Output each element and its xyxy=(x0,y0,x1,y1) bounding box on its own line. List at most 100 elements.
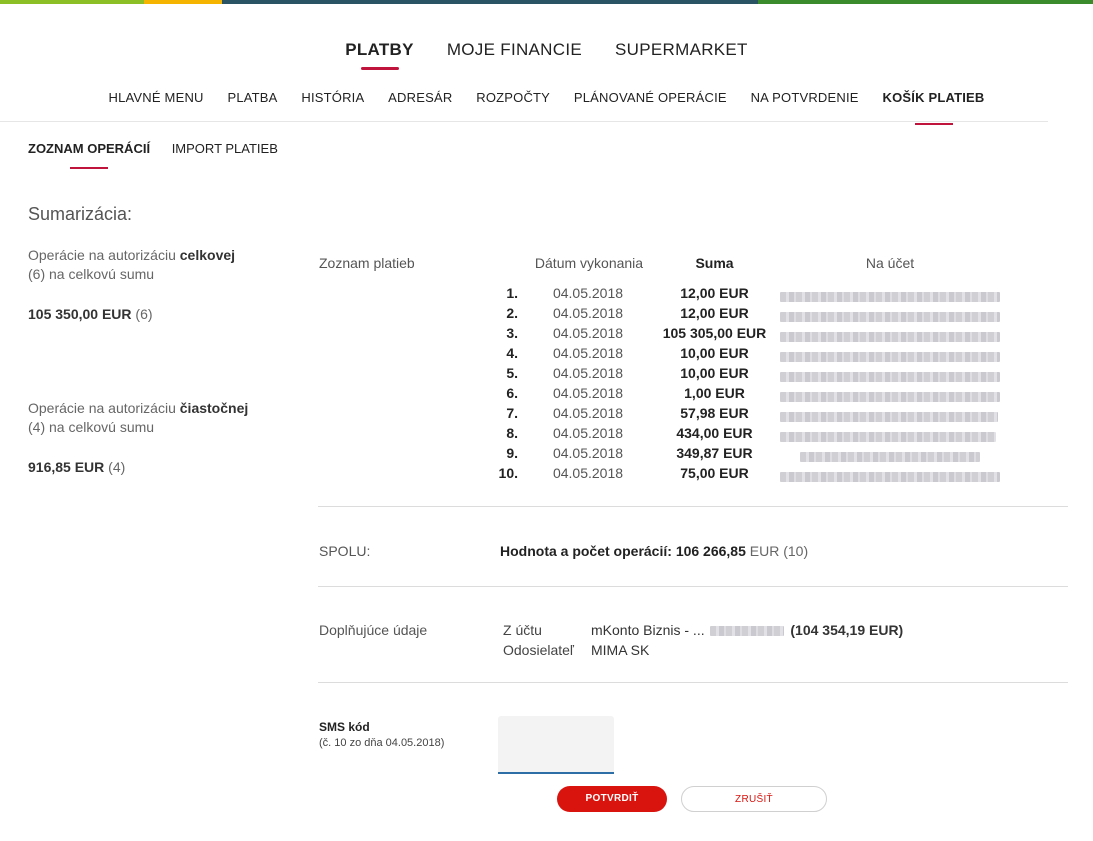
sub-nav-planovane-operacie[interactable]: PLÁNOVANÉ OPERÁCIE xyxy=(574,90,727,125)
payment-row: 7. 04.05.2018 57,98 EUR xyxy=(480,405,1020,425)
payment-sum: 349,87 EUR xyxy=(676,445,753,461)
payment-sum: 75,00 EUR xyxy=(680,465,749,481)
payment-account-redacted xyxy=(780,289,1000,302)
payment-row: 5. 04.05.2018 10,00 EUR xyxy=(480,365,1020,385)
sub-nav-rozpocty[interactable]: ROZPOČTY xyxy=(476,90,550,125)
payment-date: 04.05.2018 xyxy=(552,385,624,401)
header-account: Na účet xyxy=(865,255,915,271)
nav-divider xyxy=(0,121,1048,122)
payment-sum: 1,00 EUR xyxy=(684,385,745,401)
main-nav-supermarket[interactable]: SUPERMARKET xyxy=(615,40,748,70)
payment-date: 04.05.2018 xyxy=(552,405,624,421)
main-nav-platby[interactable]: PLATBY xyxy=(345,40,414,70)
summary-partial-prefix: Operácie na autorizáciu xyxy=(28,400,180,416)
summary-full-amount-value: 105 350,00 EUR xyxy=(28,306,132,322)
payment-date: 04.05.2018 xyxy=(552,285,624,301)
sub-nav-hlavne-menu[interactable]: HLAVNÉ MENU xyxy=(108,90,203,125)
sms-label: SMS kód xyxy=(319,720,370,734)
payment-row: 4. 04.05.2018 10,00 EUR xyxy=(480,345,1020,365)
main-nav-moje-financie[interactable]: MOJE FINANCIE xyxy=(447,40,582,70)
payment-row: 8. 04.05.2018 434,00 EUR xyxy=(480,425,1020,445)
payment-row: 10. 04.05.2018 75,00 EUR xyxy=(480,465,1020,485)
payment-account-redacted xyxy=(800,449,980,462)
payment-account-redacted xyxy=(780,469,1000,482)
payment-account-redacted xyxy=(780,309,1000,322)
summary-partial-count: (4) xyxy=(108,459,126,475)
payment-row: 2. 04.05.2018 12,00 EUR xyxy=(480,305,1020,325)
summary-partial-line2: (4) na celkovú sumu xyxy=(28,419,155,435)
payment-date: 04.05.2018 xyxy=(552,345,624,361)
payment-sum: 434,00 EUR xyxy=(676,425,753,441)
payment-account-redacted xyxy=(780,349,1000,362)
sub-nav-kosik-platieb[interactable]: KOŠÍK PLATIEB xyxy=(882,90,984,125)
summary-partial-amount: 916,85 EUR (4) xyxy=(28,459,125,475)
summary-partial-amount-value: 916,85 EUR xyxy=(28,459,105,475)
header-date: Dátum vykonania xyxy=(534,255,644,271)
sub-nav-platba[interactable]: PLATBA xyxy=(227,90,277,125)
section-divider xyxy=(318,506,1068,507)
payment-sum: 12,00 EUR xyxy=(680,305,749,321)
sms-subtitle: (č. 10 zo dňa 04.05.2018) xyxy=(319,737,445,749)
summary-full-line2: (6) na celkovú sumu xyxy=(28,266,155,282)
spolu-label: SPOLU: xyxy=(319,543,371,559)
extra-from-account: Z účtu mKonto Biznis - ... (104 354,19 EU… xyxy=(503,622,903,638)
payment-account-redacted xyxy=(780,429,996,442)
payment-account-redacted xyxy=(780,389,1000,402)
payment-sum: 12,00 EUR xyxy=(680,285,749,301)
spolu-unit: EUR xyxy=(749,543,780,559)
cancel-button[interactable]: ZRUŠIŤ xyxy=(681,786,827,812)
payment-account-redacted xyxy=(780,369,1000,382)
extra-label: Doplňujúce údaje xyxy=(319,622,428,638)
spolu-value: 106 266,85 xyxy=(675,543,746,559)
account-number-redacted xyxy=(710,626,785,637)
payment-number: 4. xyxy=(506,345,518,361)
payment-sum: 10,00 EUR xyxy=(680,365,749,381)
payments-label: Zoznam platieb xyxy=(319,255,415,271)
payment-date: 04.05.2018 xyxy=(552,325,624,341)
payment-sum: 10,00 EUR xyxy=(680,345,749,361)
payment-row: 1. 04.05.2018 12,00 EUR xyxy=(480,285,1020,305)
sub-nav-adresar[interactable]: ADRESÁR xyxy=(388,90,452,125)
payment-number: 6. xyxy=(506,385,518,401)
spolu-total: Hodnota a počet operácií: 106 266,85 EUR… xyxy=(500,543,808,559)
payment-account-redacted xyxy=(780,409,998,422)
summary-title: Sumarizácia: xyxy=(28,204,133,224)
sms-code-input[interactable] xyxy=(498,716,614,774)
extra-balance: (104 354,19 EUR) xyxy=(790,622,904,638)
extra-from-value: mKonto Biznis - ... xyxy=(591,622,705,638)
payment-number: 1. xyxy=(506,285,518,301)
payment-row: 3. 04.05.2018 105 305,00 EUR xyxy=(480,325,1020,345)
payment-number: 8. xyxy=(506,425,518,441)
extra-sender-key: Odosielateľ xyxy=(503,642,575,658)
payment-number: 9. xyxy=(506,445,518,461)
payment-date: 04.05.2018 xyxy=(552,465,624,481)
spolu-count: (10) xyxy=(783,543,809,559)
payment-sum: 57,98 EUR xyxy=(680,405,749,421)
payment-row: 6. 04.05.2018 1,00 EUR xyxy=(480,385,1020,405)
payment-row: 9. 04.05.2018 349,87 EUR xyxy=(480,445,1020,465)
tab-import-platieb[interactable]: IMPORT PLATIEB xyxy=(172,141,278,169)
summary-partial-bold: čiastočnej xyxy=(179,400,249,416)
section-divider xyxy=(318,682,1068,683)
payment-number: 2. xyxy=(506,305,518,321)
extra-sender: Odosielateľ MIMA SK xyxy=(503,642,649,658)
summary-full-bold: celkovej xyxy=(179,247,236,263)
payment-account-redacted xyxy=(780,329,1000,342)
sub-nav-historia[interactable]: HISTÓRIA xyxy=(301,90,364,125)
summary-full-description: Operácie na autorizáciu celkovej (6) na … xyxy=(28,246,278,284)
tab-zoznam-operacii[interactable]: ZOZNAM OPERÁCIÍ xyxy=(28,141,150,169)
sub-nav-na-potvrdenie[interactable]: NA POTVRDENIE xyxy=(751,90,859,125)
payment-number: 5. xyxy=(506,365,518,381)
tabs: ZOZNAM OPERÁCIÍ IMPORT PLATIEB xyxy=(28,141,296,169)
confirm-button[interactable]: POTVRDIŤ xyxy=(557,786,667,812)
payment-date: 04.05.2018 xyxy=(552,425,624,441)
payment-date: 04.05.2018 xyxy=(552,365,624,381)
extra-from-key: Z účtu xyxy=(503,622,542,638)
extra-sender-value: MIMA SK xyxy=(591,642,650,658)
payment-number: 3. xyxy=(506,325,518,341)
payment-sum: 105 305,00 EUR xyxy=(662,325,767,341)
summary-full-prefix: Operácie na autorizáciu xyxy=(28,247,180,263)
spolu-text: Hodnota a počet operácií: xyxy=(500,543,672,559)
payment-number: 10. xyxy=(498,465,518,481)
summary-full-amount: 105 350,00 EUR (6) xyxy=(28,306,153,322)
